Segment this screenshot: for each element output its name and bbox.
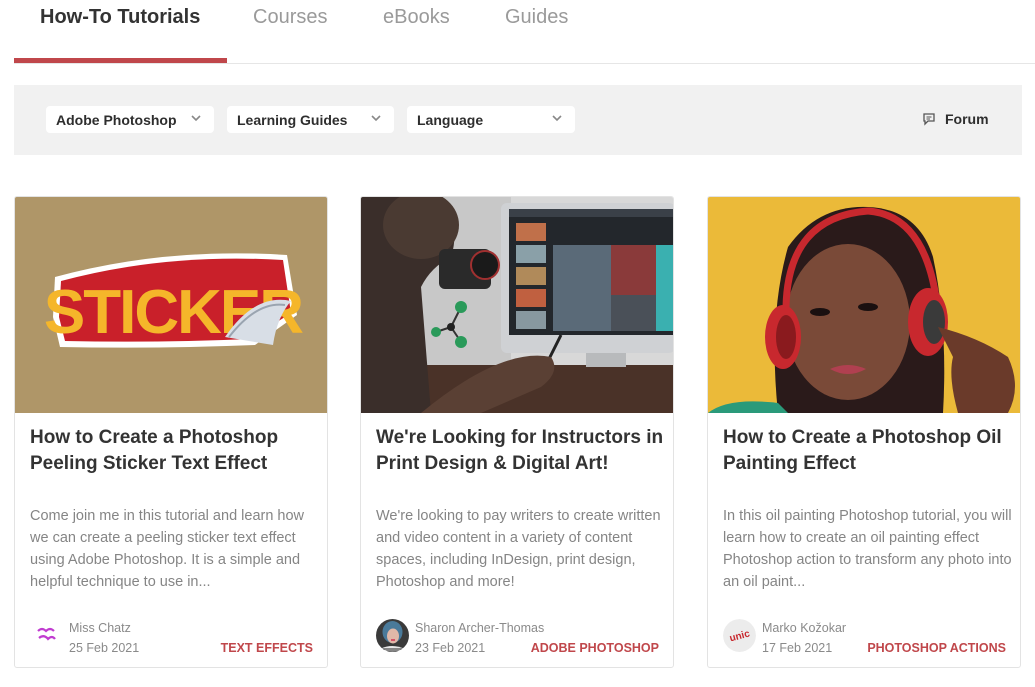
woman-with-headphones-image [708, 197, 1020, 413]
publish-date: 23 Feb 2021 [415, 641, 486, 655]
tab-ebooks[interactable]: eBooks [383, 6, 450, 29]
category-link[interactable]: PHOTOSHOP ACTIONS [867, 641, 1006, 655]
card-footer: unic Marko Kožokar 17 Feb 2021 PHOTOSHOP… [708, 615, 1020, 667]
card-description: We're looking to pay writers to create w… [376, 508, 661, 590]
category-link[interactable]: ADOBE PHOTOSHOP [531, 641, 659, 655]
tab-guides[interactable]: Guides [505, 6, 568, 29]
forum-label: Forum [945, 111, 989, 127]
designer-at-computer-image [361, 197, 673, 413]
chat-bubble-icon [923, 113, 935, 126]
card-footer: Miss Chatz 25 Feb 2021 TEXT EFFECTS [15, 615, 327, 667]
author-name[interactable]: Miss Chatz [69, 621, 131, 635]
tab-courses[interactable]: Courses [253, 6, 327, 29]
language-filter-select[interactable]: Language [407, 106, 575, 133]
miss-chatz-logo-avatar [30, 619, 63, 652]
software-filter-value: Adobe Photoshop [56, 112, 177, 128]
sharon-archer-thomas-photo-avatar [376, 619, 409, 652]
active-tab-indicator [14, 58, 227, 63]
card-description: Come join me in this tutorial and learn … [30, 508, 305, 590]
card-description: In this oil painting Photoshop tutorial,… [723, 508, 1012, 590]
content-type-tabs: How-To Tutorials Courses eBooks Guides [14, 0, 1035, 64]
unic-logo-avatar: unic [723, 619, 756, 652]
author-avatar[interactable]: unic [723, 619, 756, 652]
chevron-down-icon [552, 115, 562, 122]
publish-date: 25 Feb 2021 [69, 641, 140, 655]
category-link[interactable]: TEXT EFFECTS [221, 641, 313, 655]
language-filter-value: Language [417, 112, 484, 128]
author-name[interactable]: Marko Kožokar [762, 621, 846, 635]
type-filter-value: Learning Guides [237, 112, 348, 128]
author-name[interactable]: Sharon Archer-Thomas [415, 621, 544, 635]
card-title[interactable]: How to Create a Photoshop Peeling Sticke… [30, 425, 320, 477]
tab-how-to-tutorials[interactable]: How-To Tutorials [40, 6, 200, 29]
tutorial-card[interactable]: We're Looking for Instructors in Print D… [360, 196, 674, 668]
card-title[interactable]: How to Create a Photoshop Oil Painting E… [723, 425, 1013, 477]
filter-bar: Adobe Photoshop Learning Guides Language… [14, 85, 1022, 155]
card-thumbnail-sticker[interactable]: STICKER [15, 197, 327, 413]
tutorial-card[interactable]: How to Create a Photoshop Oil Painting E… [707, 196, 1021, 668]
type-filter-select[interactable]: Learning Guides [227, 106, 394, 133]
card-title[interactable]: We're Looking for Instructors in Print D… [376, 425, 666, 477]
author-avatar[interactable] [376, 619, 409, 652]
card-footer: Sharon Archer-Thomas 23 Feb 2021 ADOBE P… [361, 615, 673, 667]
publish-date: 17 Feb 2021 [762, 641, 833, 655]
tutorial-card[interactable]: STICKER How to Create a Photoshop Peelin… [14, 196, 328, 668]
forum-link[interactable]: Forum [922, 111, 989, 127]
chevron-down-icon [371, 115, 381, 122]
sticker-text-effect-image: STICKER [15, 197, 327, 413]
chevron-down-icon [191, 115, 201, 122]
card-thumbnail-oil-painting[interactable] [708, 197, 1020, 413]
software-filter-select[interactable]: Adobe Photoshop [46, 106, 214, 133]
author-avatar[interactable] [30, 619, 63, 652]
card-thumbnail-instructors[interactable] [361, 197, 673, 413]
